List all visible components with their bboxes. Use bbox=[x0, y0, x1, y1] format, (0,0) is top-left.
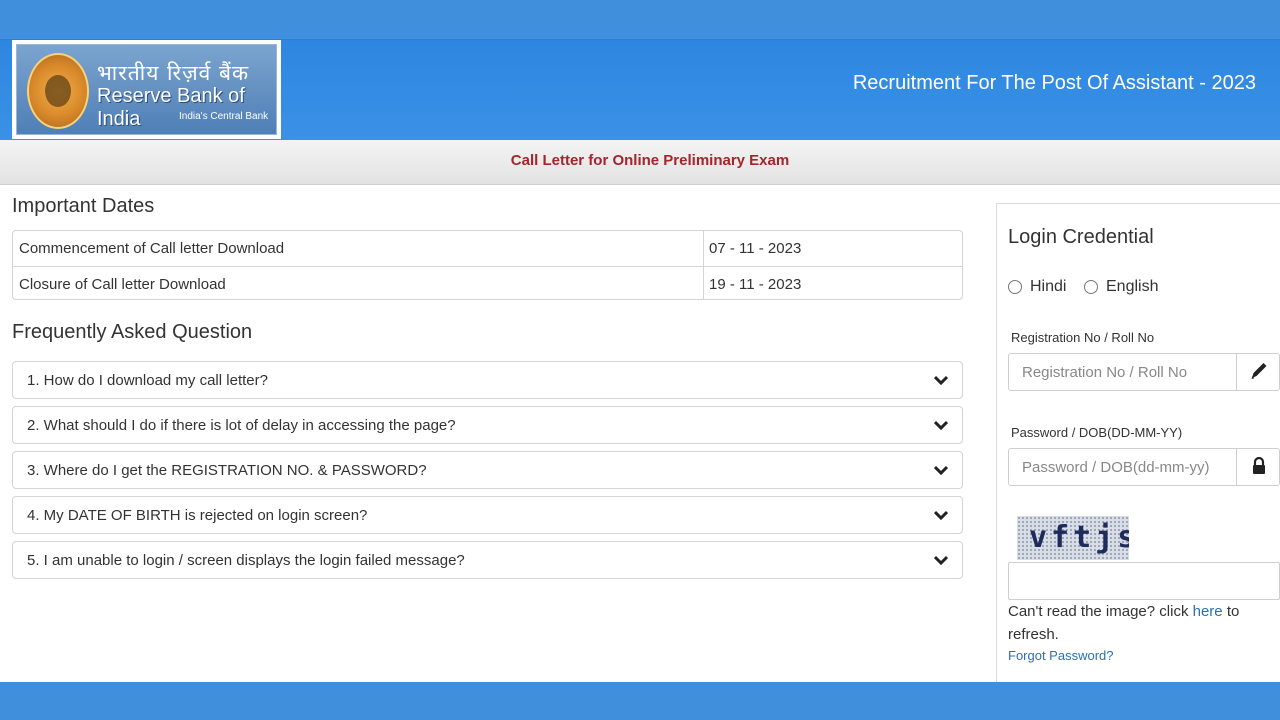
page-title: Recruitment For The Post Of Assistant - … bbox=[852, 72, 1256, 94]
table-row: Commencement of Call letter Download 07 … bbox=[13, 231, 962, 266]
password-field bbox=[1008, 448, 1280, 486]
faq-item-5[interactable]: 5. I am unable to login / screen display… bbox=[12, 541, 963, 579]
radio-english[interactable] bbox=[1084, 280, 1098, 294]
rbi-seal-icon bbox=[27, 53, 89, 129]
rbi-logo: भारतीय रिज़र्व बैंक Reserve Bank of Indi… bbox=[12, 40, 281, 139]
table-row: Closure of Call letter Download 19 - 11 … bbox=[13, 266, 962, 299]
faq-item-2[interactable]: 2. What should I do if there is lot of d… bbox=[12, 406, 963, 444]
refresh-prefix: Can't read the image? click bbox=[1008, 603, 1193, 620]
captcha-text: vftjs bbox=[1029, 520, 1129, 555]
faq-title: Frequently Asked Question bbox=[12, 321, 253, 343]
date-label: Commencement of Call letter Download bbox=[19, 240, 285, 257]
faq-question: 5. I am unable to login / screen display… bbox=[27, 552, 465, 569]
captcha-input[interactable] bbox=[1008, 562, 1280, 600]
faq-question: 1. How do I download my call letter? bbox=[27, 372, 268, 389]
faq-question: 4. My DATE OF BIRTH is rejected on login… bbox=[27, 507, 368, 524]
password-label: Password / DOB(DD-MM-YY) bbox=[1011, 425, 1183, 440]
important-dates-table: Commencement of Call letter Download 07 … bbox=[12, 230, 963, 300]
language-label-hindi: Hindi bbox=[1030, 278, 1067, 295]
pencil-icon bbox=[1251, 363, 1267, 379]
captcha-refresh-text: Can't read the image? click here to refr… bbox=[1008, 600, 1270, 646]
top-bar bbox=[0, 0, 1280, 40]
chevron-down-icon bbox=[934, 420, 948, 431]
sub-header-title: Call Letter for Online Preliminary Exam bbox=[510, 152, 790, 169]
chevron-down-icon bbox=[934, 510, 948, 521]
registration-input[interactable] bbox=[1009, 354, 1236, 390]
logo-english-text: Reserve Bank of India bbox=[97, 85, 245, 130]
captcha-refresh-link[interactable]: here bbox=[1193, 603, 1223, 620]
chevron-down-icon bbox=[934, 465, 948, 476]
lock-icon bbox=[1253, 456, 1265, 474]
language-selector: Hindi English bbox=[1008, 277, 1268, 297]
date-label: Closure of Call letter Download bbox=[19, 276, 226, 293]
sub-header-bar: Call Letter for Online Preliminary Exam bbox=[0, 140, 1280, 185]
language-label-english: English bbox=[1106, 278, 1159, 295]
captcha-image: vftjs bbox=[1017, 516, 1129, 560]
chevron-down-icon bbox=[934, 375, 948, 386]
chevron-down-icon bbox=[934, 555, 948, 566]
login-title: Login Credential bbox=[1008, 226, 1154, 248]
faq-question: 3. Where do I get the REGISTRATION NO. &… bbox=[27, 462, 427, 479]
registration-field bbox=[1008, 353, 1280, 391]
forgot-password-link[interactable]: Forgot Password? bbox=[1008, 648, 1114, 663]
faq-item-4[interactable]: 4. My DATE OF BIRTH is rejected on login… bbox=[12, 496, 963, 534]
faq-item-1[interactable]: 1. How do I download my call letter? bbox=[12, 361, 963, 399]
logo-hindi-text: भारतीय रिज़र्व बैंक bbox=[97, 61, 250, 85]
date-value: 19 - 11 - 2023 bbox=[709, 276, 802, 293]
footer-bar bbox=[0, 682, 1280, 720]
registration-label: Registration No / Roll No bbox=[1011, 330, 1155, 345]
radio-hindi[interactable] bbox=[1008, 280, 1022, 294]
seal-emblem bbox=[45, 75, 71, 107]
registration-addon bbox=[1236, 354, 1280, 390]
password-addon bbox=[1236, 449, 1280, 485]
password-input[interactable] bbox=[1009, 449, 1236, 485]
login-panel: Login Credential Hindi English Registrat… bbox=[996, 203, 1280, 683]
column-divider bbox=[703, 231, 704, 266]
date-value: 07 - 11 - 2023 bbox=[709, 240, 802, 257]
faq-item-3[interactable]: 3. Where do I get the REGISTRATION NO. &… bbox=[12, 451, 963, 489]
faq-question: 2. What should I do if there is lot of d… bbox=[27, 417, 456, 434]
column-divider bbox=[703, 267, 704, 299]
logo-tagline: India's Central Bank bbox=[179, 111, 269, 122]
logo-banner: भारतीय रिज़र्व बैंक Reserve Bank of Indi… bbox=[16, 44, 277, 135]
header: भारतीय रिज़र्व बैंक Reserve Bank of Indi… bbox=[0, 40, 1280, 140]
important-dates-title: Important Dates bbox=[12, 195, 155, 217]
